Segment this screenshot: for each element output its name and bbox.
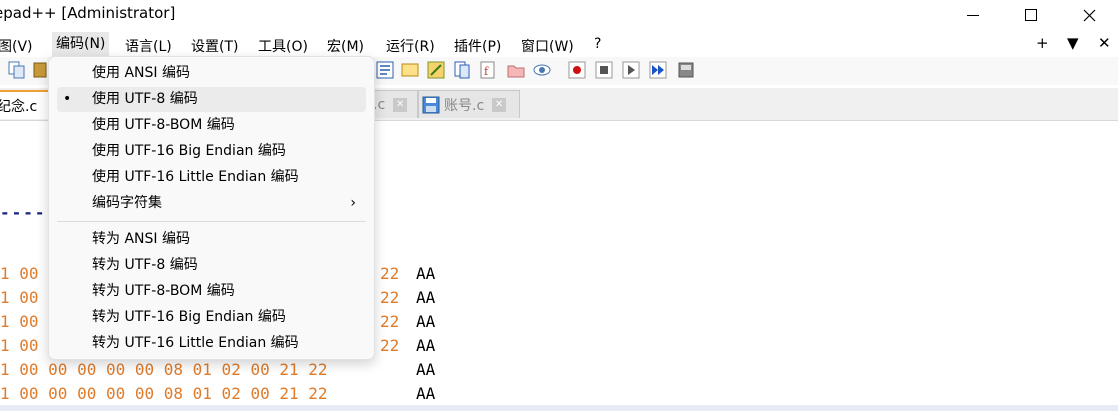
close-icon: [1083, 9, 1095, 21]
menu-item-use-utf8[interactable]: • 使用 UTF-8 编码: [57, 87, 366, 112]
menu-item-label: 使用 UTF-16 Little Endian 编码: [92, 169, 299, 185]
tab-zhanghao[interactable]: 账号.c ✕: [418, 90, 520, 118]
close-button[interactable]: [1062, 0, 1116, 30]
menu-window[interactable]: 窗口(W): [521, 36, 574, 56]
hex-text: AA: [416, 360, 436, 379]
menu-item-convert-utf16-be[interactable]: 转为 UTF-16 Big Endian 编码: [57, 305, 366, 330]
comment-dashes: ----: [0, 203, 47, 222]
hex-prefix: 1 00: [0, 336, 39, 355]
menu-item-convert-ansi[interactable]: 转为 ANSI 编码: [57, 227, 366, 252]
save-file-icon: [422, 96, 440, 113]
menu-separator: [57, 221, 366, 222]
hex-tail: 22: [380, 264, 400, 283]
menu-item-use-utf8-bom[interactable]: 使用 UTF-8-BOM 编码: [57, 113, 366, 138]
menu-item-charset[interactable]: 编码字符集 ›: [57, 191, 366, 216]
hex-prefix: 1 00 00 00 00 00 08 01 02 00 21 22: [0, 384, 328, 403]
run-macro-multiple-icon[interactable]: [649, 61, 667, 79]
maximize-icon: [1025, 9, 1037, 21]
menu-item-label: 转为 UTF-8 编码: [92, 257, 198, 273]
menu-item-use-utf16-le[interactable]: 使用 UTF-16 Little Endian 编码: [57, 165, 366, 190]
menu-item-label: 使用 UTF-8 编码: [92, 91, 198, 107]
tab-label: 纪念.c: [0, 98, 38, 115]
copy-icon[interactable]: [8, 61, 26, 79]
monitor-icon[interactable]: [533, 61, 551, 79]
menu-item-label: 转为 UTF-16 Big Endian 编码: [92, 309, 286, 325]
menu-item-label: 转为 ANSI 编码: [92, 231, 190, 247]
hex-text: AA: [416, 384, 436, 403]
tab-jinian[interactable]: 纪念.c: [0, 90, 50, 119]
menu-plugins[interactable]: 插件(P): [454, 36, 501, 56]
tab-close-icon[interactable]: ✕: [393, 97, 408, 112]
hex-tail: 22: [380, 288, 400, 307]
hex-text: AA: [416, 336, 436, 355]
title-bar: epad++ [Administrator]: [0, 0, 1118, 30]
encoding-dropdown-menu: 使用 ANSI 编码 • 使用 UTF-8 编码 使用 UTF-8-BOM 编码 …: [48, 56, 375, 360]
hex-text: AA: [416, 264, 436, 283]
menu-item-label: 编码字符集: [92, 195, 162, 211]
code-line: 1 00 00 00 00 00 08 01 02 00 21 22 AA: [0, 384, 435, 403]
menu-item-label: 使用 UTF-8-BOM 编码: [92, 117, 235, 133]
wrap-icon[interactable]: [376, 61, 394, 79]
close-doc-button[interactable]: ✕: [1098, 34, 1111, 52]
maximize-button[interactable]: [1004, 0, 1058, 30]
doc-map-icon[interactable]: [453, 61, 471, 79]
menu-item-label: 使用 UTF-16 Big Endian 编码: [92, 143, 286, 159]
menu-settings[interactable]: 设置(T): [191, 36, 238, 56]
menu-language[interactable]: 语言(L): [125, 36, 172, 56]
menu-tools[interactable]: 工具(O): [258, 36, 308, 56]
save-macro-icon[interactable]: [677, 61, 695, 79]
menu-item-convert-utf8-bom[interactable]: 转为 UTF-8-BOM 编码: [57, 279, 366, 304]
hex-tail: 22: [380, 336, 400, 355]
minimize-icon: [967, 14, 979, 16]
code-line: 1 00 22 AA: [0, 312, 435, 331]
menu-view[interactable]: 图(V): [0, 36, 33, 56]
menu-macro[interactable]: 宏(M): [327, 36, 364, 56]
hex-tail: 22: [380, 312, 400, 331]
menu-run[interactable]: 运行(R): [386, 36, 435, 56]
menu-item-convert-utf8[interactable]: 转为 UTF-8 编码: [57, 253, 366, 278]
play-macro-icon[interactable]: [622, 61, 640, 79]
code-line: 1 00 22 AA: [0, 288, 435, 307]
tab-close-icon[interactable]: ✕: [492, 97, 507, 112]
folder-icon[interactable]: [507, 61, 525, 79]
function-list-icon[interactable]: f: [479, 61, 497, 79]
menu-item-use-ansi[interactable]: 使用 ANSI 编码: [57, 61, 366, 86]
code-line: 1 00 22 AA: [0, 264, 435, 283]
menu-bar: 图(V) 编码(N) 语言(L) 设置(T) 工具(O) 宏(M) 运行(R) …: [0, 32, 1118, 57]
window-title: epad++ [Administrator]: [0, 4, 176, 22]
menu-item-convert-utf16-le[interactable]: 转为 UTF-16 Little Endian 编码: [57, 331, 366, 356]
record-macro-icon[interactable]: [568, 61, 586, 79]
hex-prefix: 1 00: [0, 312, 39, 331]
code-line: 1 00 22 AA: [0, 336, 435, 355]
hex-prefix: 1 00: [0, 288, 39, 307]
selected-bullet-icon: •: [63, 91, 72, 107]
tab-list-button[interactable]: ▼: [1067, 34, 1079, 52]
tab-label: 账号.c: [444, 97, 485, 114]
indent-guide-icon[interactable]: [427, 61, 445, 79]
add-tab-button[interactable]: +: [1036, 34, 1049, 52]
menu-item-label: 使用 ANSI 编码: [92, 65, 190, 81]
hex-prefix: 1 00 00 00 00 00 08 01 02 00 21 22: [0, 360, 328, 379]
minimize-button[interactable]: [946, 0, 1000, 30]
hex-text: AA: [416, 288, 436, 307]
show-all-icon[interactable]: [401, 61, 419, 79]
menu-encoding[interactable]: 编码(N): [52, 32, 110, 57]
code-line: 1 00 00 00 00 00 08 01 02 00 21 22 AA: [0, 360, 435, 379]
menu-help[interactable]: ?: [594, 36, 601, 52]
menu-item-label: 转为 UTF-8-BOM 编码: [92, 283, 235, 299]
hex-text: AA: [416, 312, 436, 331]
chevron-right-icon: ›: [350, 195, 356, 211]
stop-macro-icon[interactable]: [595, 61, 613, 79]
horizontal-scrollbar[interactable]: [0, 405, 1118, 411]
tab-unnamed[interactable]: .c ✕: [372, 90, 418, 118]
hex-prefix: 1 00: [0, 264, 39, 283]
menu-item-use-utf16-be[interactable]: 使用 UTF-16 Big Endian 编码: [57, 139, 366, 164]
menu-item-label: 转为 UTF-16 Little Endian 编码: [92, 335, 299, 351]
